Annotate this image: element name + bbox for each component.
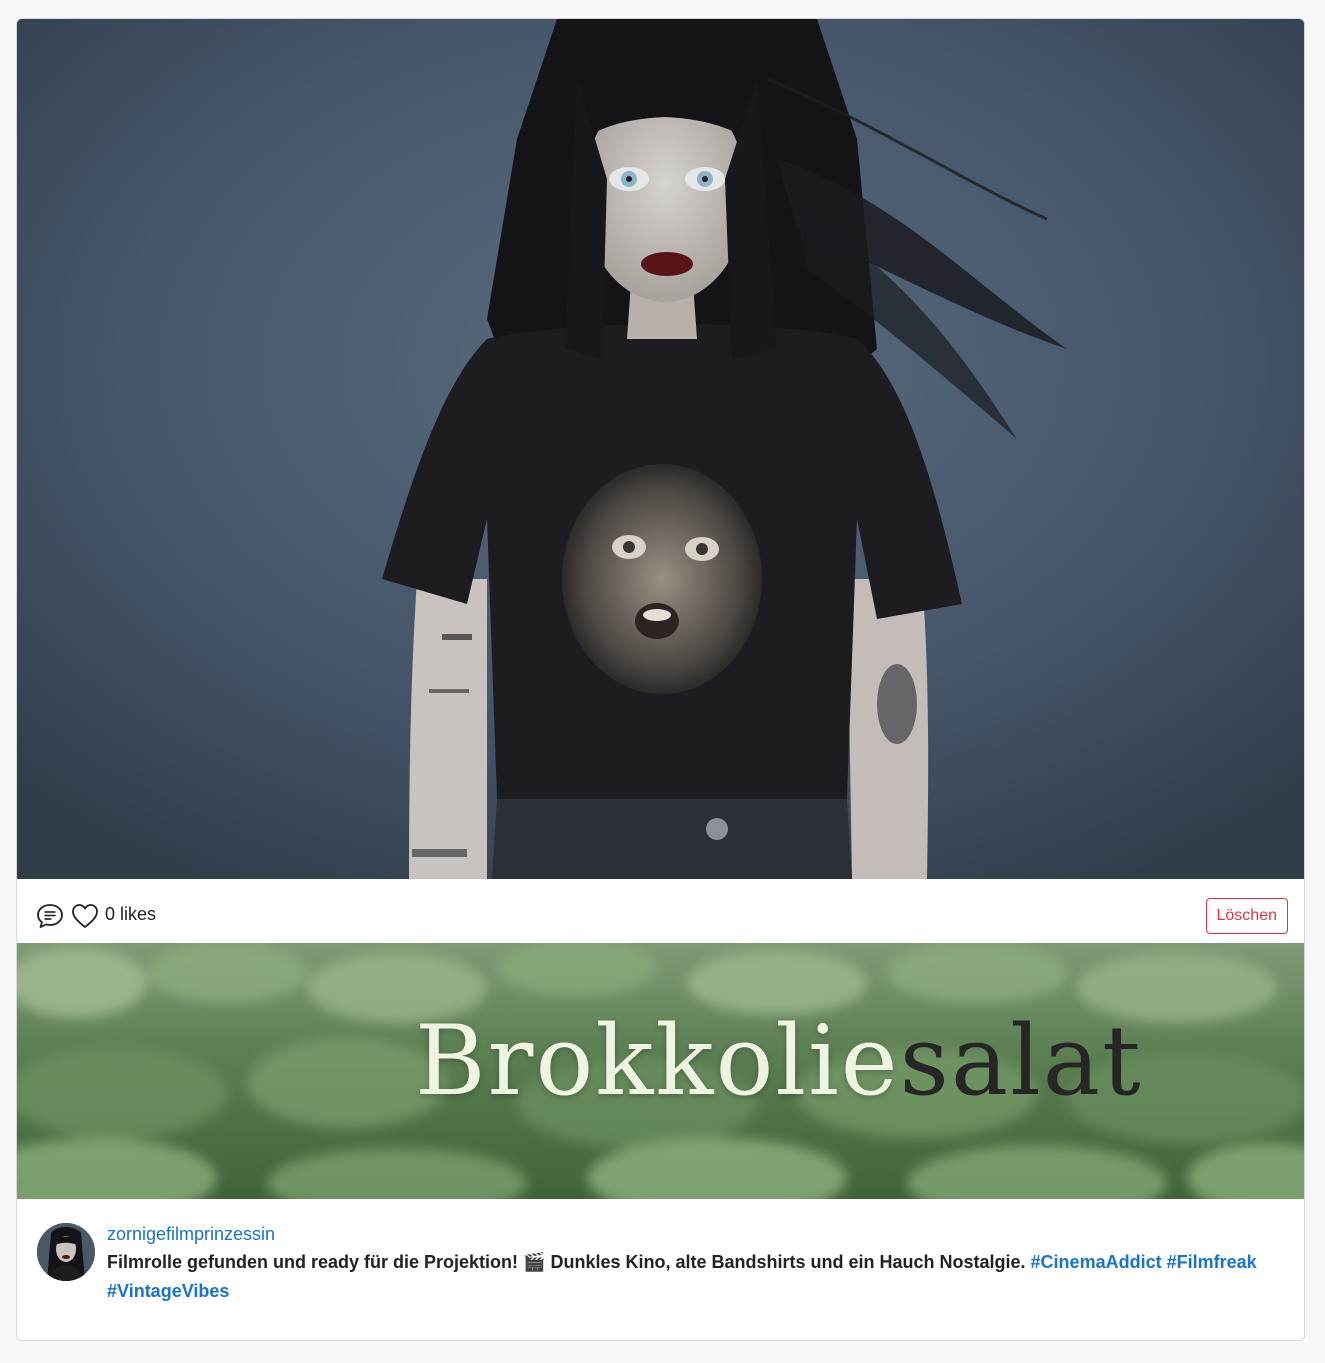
caption-text-part-2: Dunkles Kino, alte Bandshirts und ein Ha… bbox=[545, 1252, 1031, 1272]
avatar[interactable] bbox=[37, 1223, 95, 1281]
comment-icon[interactable] bbox=[35, 901, 65, 931]
likes-count: 0 likes bbox=[105, 904, 157, 924]
caption-text: Filmrolle gefunden und ready für die Pro… bbox=[107, 1248, 1267, 1306]
post-actions-bar: 0 likes Löschen bbox=[17, 879, 1304, 943]
delete-button[interactable]: Löschen bbox=[1205, 898, 1288, 934]
post-photo bbox=[17, 19, 1304, 879]
banner-title-dark: salat bbox=[899, 1005, 1143, 1117]
hashtag-link[interactable]: #CinemaAddict bbox=[1031, 1252, 1162, 1272]
caption-text-part-1: Filmrolle gefunden und ready für die Pro… bbox=[107, 1252, 524, 1272]
post-caption-section: zornigefilmprinzessin Filmrolle gefunden… bbox=[17, 1199, 1304, 1340]
clapperboard-icon: 🎬 bbox=[523, 1252, 546, 1272]
recipe-banner-image: Brokkoliesalat bbox=[17, 943, 1304, 1199]
author-username-link[interactable]: zornigefilmprinzessin bbox=[107, 1221, 275, 1247]
post-card: 0 likes Löschen Brokkoliesalat zornigefi… bbox=[16, 18, 1305, 1341]
banner-title-light: Brokkolie bbox=[415, 1005, 900, 1117]
hashtag-link[interactable]: #VintageVibes bbox=[107, 1281, 229, 1301]
heart-icon[interactable] bbox=[70, 901, 100, 931]
banner-title: Brokkoliesalat bbox=[415, 1001, 1143, 1121]
hashtag-link[interactable]: #Filmfreak bbox=[1167, 1252, 1257, 1272]
post-image bbox=[17, 19, 1304, 879]
